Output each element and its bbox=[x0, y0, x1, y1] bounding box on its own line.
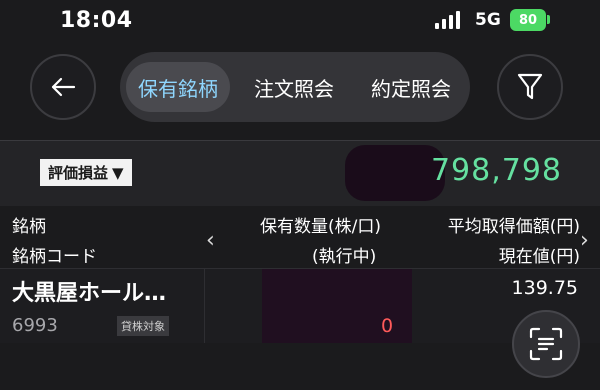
stock-name: 大黒屋ホール… bbox=[12, 281, 167, 306]
nav-row: 保有銘柄 注文照会 約定照会 bbox=[0, 52, 600, 124]
status-bar: 18:04 5G 80 bbox=[0, 0, 600, 40]
signal-icon bbox=[435, 11, 460, 29]
status-time: 18:04 bbox=[60, 8, 133, 33]
filter-button[interactable] bbox=[497, 54, 563, 120]
valuation-summary: 評価損益 ▼ 798,798 bbox=[0, 140, 600, 207]
stock-code: 6993 bbox=[12, 315, 58, 336]
battery-icon: 80 bbox=[510, 9, 546, 31]
back-button[interactable] bbox=[30, 54, 96, 120]
chevron-right-icon[interactable]: › bbox=[580, 228, 589, 253]
network-label: 5G bbox=[475, 10, 501, 30]
battery-level: 80 bbox=[518, 12, 538, 28]
chevron-left-icon[interactable]: ‹ bbox=[206, 228, 215, 253]
scan-button[interactable] bbox=[512, 310, 580, 378]
scan-text-icon bbox=[529, 327, 563, 361]
tab-holdings[interactable]: 保有銘柄 bbox=[126, 62, 230, 112]
table-header: 銘柄 銘柄コード ‹ 保有数量(株/口) (執行中) 平均取得価額(円) 現在値… bbox=[0, 206, 600, 268]
back-arrow-icon bbox=[51, 77, 76, 97]
valuation-label: 評価損益 bbox=[48, 164, 109, 182]
header-code: 銘柄コード bbox=[12, 247, 97, 267]
bottom-area bbox=[0, 343, 600, 390]
valuation-value: 798,798 bbox=[430, 153, 562, 188]
filter-icon bbox=[517, 73, 543, 100]
header-quantity: 保有数量(株/口) bbox=[260, 217, 381, 237]
valuation-dropdown[interactable]: 評価損益 ▼ bbox=[40, 159, 132, 186]
current-price: 139.75 bbox=[511, 277, 578, 299]
tab-execution-inquiry[interactable]: 約定照会 bbox=[358, 62, 464, 112]
tab-bar: 保有銘柄 注文照会 約定照会 bbox=[120, 52, 470, 122]
header-executing: (執行中) bbox=[312, 247, 377, 267]
table-row[interactable]: 大黒屋ホール… 6993 貸株対象 0 139.75 bbox=[0, 268, 600, 344]
header-current-price: 現在値(円) bbox=[498, 247, 580, 267]
header-name: 銘柄 bbox=[12, 217, 46, 237]
caret-down-icon: ▼ bbox=[112, 163, 124, 182]
executing-quantity: 0 bbox=[381, 315, 394, 337]
lending-badge: 貸株対象 bbox=[117, 316, 169, 336]
battery-tip bbox=[547, 15, 550, 24]
row-divider bbox=[204, 269, 205, 343]
header-avg-price: 平均取得価額(円) bbox=[447, 217, 580, 237]
tab-order-inquiry[interactable]: 注文照会 bbox=[240, 62, 348, 112]
